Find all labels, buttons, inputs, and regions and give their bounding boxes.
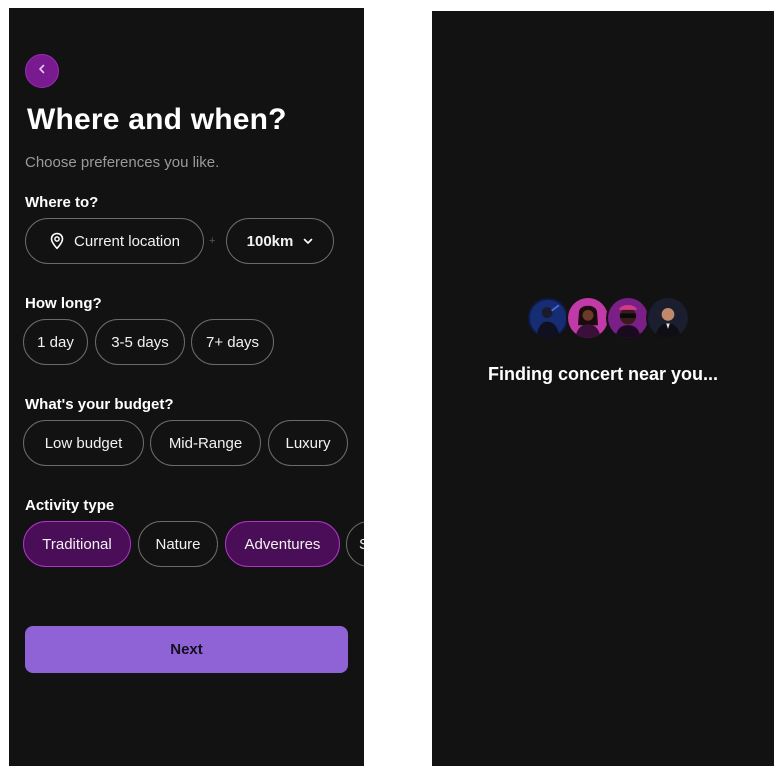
chevron-down-icon — [303, 238, 313, 245]
chevron-left-icon — [36, 62, 48, 80]
artist-avatar-4 — [646, 296, 690, 340]
duration-option-1-day[interactable]: 1 day — [23, 319, 88, 365]
duration-option-7-plus-days[interactable]: 7+ days — [191, 319, 274, 365]
next-button[interactable]: Next — [25, 626, 348, 673]
page-subtitle: Choose preferences you like. — [25, 154, 220, 171]
how-long-label: How long? — [25, 295, 102, 312]
artist-avatar-group — [526, 296, 696, 342]
preferences-screen: Where and when? Choose preferences you l… — [9, 8, 364, 766]
loading-message: Finding concert near you... — [487, 364, 719, 384]
radius-value: 100km — [246, 232, 294, 250]
artist-avatar-2 — [566, 296, 610, 340]
page-title: Where and when? — [27, 103, 287, 136]
separator-plus: + — [209, 235, 216, 247]
activity-type-label: Activity type — [25, 497, 115, 514]
budget-label: What's your budget? — [25, 396, 174, 413]
current-location-chip[interactable]: Current location — [25, 218, 204, 264]
activity-option-nature[interactable]: Nature — [138, 521, 218, 567]
where-to-label: Where to? — [25, 194, 99, 211]
duration-option-3-5-days[interactable]: 3-5 days — [95, 319, 185, 365]
radius-dropdown[interactable]: 100km — [226, 218, 334, 264]
loading-screen: Finding concert near you... — [432, 11, 774, 766]
artist-avatar-1 — [526, 296, 570, 340]
activity-option-adventures[interactable]: Adventures — [225, 521, 340, 567]
budget-option-low[interactable]: Low budget — [23, 420, 144, 466]
back-button[interactable] — [25, 54, 59, 88]
budget-option-mid-range[interactable]: Mid-Range — [150, 420, 261, 466]
map-pin-icon — [49, 232, 65, 250]
current-location-label: Current location — [74, 232, 180, 250]
budget-option-luxury[interactable]: Luxury — [268, 420, 348, 466]
activity-option-traditional[interactable]: Traditional — [23, 521, 131, 567]
activity-option-partial[interactable]: S — [346, 521, 364, 567]
artist-avatar-3 — [606, 296, 650, 340]
